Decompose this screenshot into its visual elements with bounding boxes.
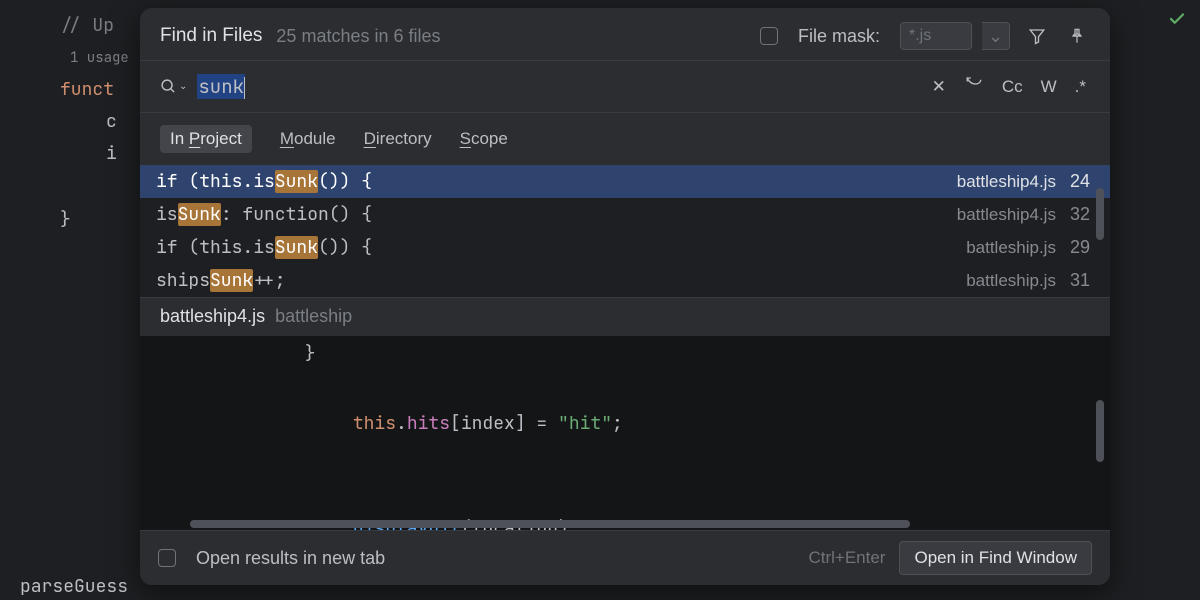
shortcut-hint: Ctrl+Enter [808, 548, 885, 568]
filter-icon[interactable] [1024, 23, 1050, 49]
regex-toggle[interactable]: .* [1071, 75, 1090, 99]
preview-v-scrollbar[interactable] [1096, 400, 1106, 480]
pin-icon[interactable] [1064, 23, 1090, 49]
file-mask-label: File mask: [798, 26, 880, 47]
preview-project: battleship [275, 306, 352, 327]
search-input[interactable]: sunk [197, 74, 917, 99]
result-code: isSunk: function() { [156, 203, 949, 226]
result-row[interactable]: isSunk: function() { battleship4.js 32 [140, 198, 1110, 231]
scope-directory[interactable]: Directory [364, 129, 432, 149]
clear-search-icon[interactable]: ✕ [928, 75, 950, 99]
results-list: if (this.isSunk()) { battleship4.js 24 isSu… [140, 165, 1110, 297]
result-filename: battleship4.js [957, 172, 1056, 192]
editor-bottom-token: parseGuess [20, 575, 128, 598]
result-code: if (this.isSunk()) { [156, 236, 958, 259]
result-line-number: 32 [1070, 204, 1090, 225]
scope-row: In Project Module Directory Scope [140, 113, 1110, 165]
result-code: shipsSunk++; [156, 269, 958, 292]
result-line-number: 29 [1070, 237, 1090, 258]
result-filename: battleship4.js [957, 205, 1056, 225]
code-preview[interactable]: } this.hits[index] = "hit"; displayHit(l… [140, 335, 1110, 530]
scope-in-project[interactable]: In Project [160, 125, 252, 153]
result-row[interactable]: if (this.isSunk()) { battleship4.js 24 [140, 165, 1110, 198]
result-filename: battleship.js [966, 271, 1056, 291]
inspection-ok-icon[interactable] [1168, 8, 1186, 34]
editor-token: i [106, 142, 117, 165]
search-icon[interactable]: ⌄ [160, 78, 187, 95]
dialog-title: Find in Files [160, 25, 262, 47]
editor-brace: } [60, 208, 71, 231]
scope-module[interactable]: Module [280, 129, 336, 149]
search-history-icon[interactable] [960, 73, 988, 100]
editor-token: c [106, 110, 117, 133]
match-count: 25 matches in 6 files [276, 26, 440, 47]
result-filename: battleship.js [966, 238, 1056, 258]
match-case-toggle[interactable]: Cc [998, 75, 1027, 99]
result-line-number: 24 [1070, 171, 1090, 192]
open-in-new-tab-checkbox[interactable] [158, 549, 176, 567]
whole-word-toggle[interactable]: W [1037, 75, 1061, 99]
dialog-footer: Open results in new tab Ctrl+Enter Open … [140, 530, 1110, 585]
search-term: sunk [197, 74, 245, 99]
result-row[interactable]: shipsSunk++; battleship.js 31 [140, 264, 1110, 297]
open-in-new-tab-label: Open results in new tab [196, 548, 385, 569]
dialog-header: Find in Files 25 matches in 6 files File… [140, 8, 1110, 60]
file-mask-dropdown[interactable]: ⌄ [982, 22, 1010, 50]
results-scrollbar[interactable] [1096, 188, 1106, 308]
preview-filename: battleship4.js [160, 306, 265, 327]
open-in-find-window-button[interactable]: Open in Find Window [899, 541, 1092, 575]
result-row[interactable]: if (this.isSunk()) { battleship.js 29 [140, 231, 1110, 264]
preview-line: this.hits[index] = "hit"; [240, 371, 1110, 476]
find-in-files-dialog: Find in Files 25 matches in 6 files File… [140, 8, 1110, 585]
preview-line: } [240, 336, 1110, 371]
result-line-number: 31 [1070, 270, 1090, 291]
preview-header: battleship4.js battleship [140, 297, 1110, 335]
file-mask-input[interactable]: *.js [900, 22, 972, 50]
file-mask-checkbox[interactable] [760, 27, 778, 45]
scope-scope[interactable]: Scope [460, 129, 508, 149]
editor-keyword: funct [60, 78, 114, 101]
result-code: if (this.isSunk()) { [156, 170, 949, 193]
search-row: ⌄ sunk ✕ Cc W .* [140, 60, 1110, 113]
preview-h-scrollbar[interactable] [150, 520, 950, 530]
